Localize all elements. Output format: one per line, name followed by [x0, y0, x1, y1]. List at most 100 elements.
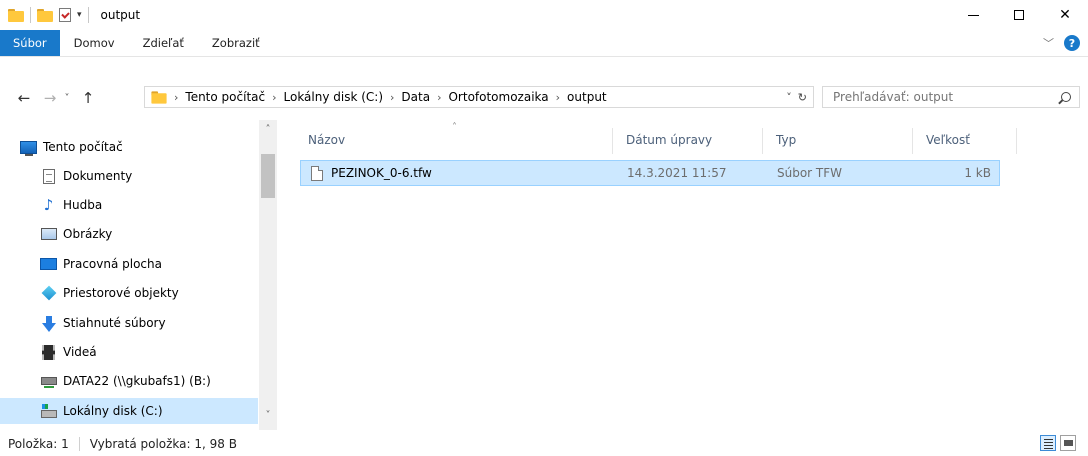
- breadcrumb-separator[interactable]: ›: [272, 91, 276, 104]
- navigation-pane-scrollbar[interactable]: ˄ ˅: [259, 120, 277, 430]
- file-icon: [311, 161, 323, 185]
- computer-icon: [20, 139, 37, 156]
- toolbar-separator: [87, 7, 89, 23]
- sidebar-item-label: Obrázky: [63, 227, 113, 241]
- up-button[interactable]: ↑: [78, 89, 98, 107]
- videos-icon: [40, 344, 57, 360]
- pictures-icon: [40, 226, 57, 242]
- window-title: output: [100, 8, 141, 22]
- breadcrumb-separator[interactable]: ›: [556, 91, 560, 104]
- tab-file[interactable]: Súbor: [0, 30, 60, 56]
- breadcrumb-ortofotomozaika[interactable]: Ortofotomozaika: [448, 90, 548, 104]
- ribbon-controls: ﹀ ?: [1043, 30, 1080, 56]
- breadcrumb-output[interactable]: output: [567, 90, 607, 104]
- column-headers: ˄ Názov Dátum úpravy Typ Veľkosť: [290, 122, 1030, 156]
- search-box[interactable]: [822, 86, 1080, 108]
- breadcrumb-data[interactable]: Data: [401, 90, 430, 104]
- sidebar-item-label: DATA22 (\\gkubafs1) (B:): [63, 374, 211, 388]
- minimize-icon: [967, 14, 979, 16]
- details-view-icon[interactable]: [1040, 435, 1056, 451]
- help-icon[interactable]: ?: [1064, 35, 1080, 51]
- sidebar-item-label: Stiahnuté súbory: [63, 316, 166, 330]
- downloads-icon: [40, 315, 57, 332]
- properties-icon[interactable]: [59, 8, 71, 22]
- scroll-down-icon[interactable]: ˅: [259, 410, 277, 426]
- toolbar-separator: [30, 7, 31, 23]
- status-bar: Položka: 1 Vybratá položka: 1, 98 B: [0, 432, 1088, 456]
- maximize-button[interactable]: [996, 0, 1042, 30]
- sidebar-item-videos[interactable]: Videá: [0, 339, 258, 365]
- breadcrumb-separator[interactable]: ›: [174, 91, 178, 104]
- sidebar-item-label: Dokumenty: [63, 169, 133, 183]
- column-header-size[interactable]: Veľkosť: [926, 124, 1016, 156]
- view-switcher: [1040, 435, 1076, 451]
- file-date-modified: 14.3.2021 11:57: [627, 166, 727, 180]
- column-header-date[interactable]: Dátum úpravy: [626, 124, 756, 156]
- tab-view[interactable]: Zobraziť: [198, 30, 274, 56]
- column-header-name[interactable]: Názov: [308, 124, 608, 156]
- column-divider[interactable]: [912, 128, 913, 154]
- sidebar-item-local-disk[interactable]: Lokálny disk (C:): [0, 398, 258, 424]
- breadcrumb-local-disk[interactable]: Lokálny disk (C:): [284, 90, 384, 104]
- column-divider[interactable]: [762, 128, 763, 154]
- column-header-type[interactable]: Typ: [776, 124, 906, 156]
- address-bar[interactable]: › Tento počítač › Lokálny disk (C:) › Da…: [144, 86, 814, 108]
- item-count: Položka: 1: [8, 437, 69, 451]
- quick-access-toolbar: ▾: [0, 0, 95, 30]
- large-icons-view-icon[interactable]: [1060, 435, 1076, 451]
- close-button[interactable]: ✕: [1042, 0, 1088, 30]
- sidebar-item-pictures[interactable]: Obrázky: [0, 221, 258, 247]
- scroll-up-icon[interactable]: ˄: [259, 124, 277, 140]
- back-button[interactable]: ←: [14, 89, 34, 107]
- window-controls: ✕: [950, 0, 1088, 30]
- 3d-objects-icon: [40, 285, 57, 301]
- expand-ribbon-icon[interactable]: ﹀: [1043, 35, 1054, 51]
- desktop-icon: [40, 256, 57, 272]
- breadcrumb-this-pc[interactable]: Tento počítač: [185, 90, 265, 104]
- sidebar-item-label: Tento počítač: [43, 140, 123, 154]
- new-folder-icon[interactable]: [37, 8, 53, 22]
- file-size: 1 kB: [964, 166, 991, 180]
- file-type: Súbor TFW: [777, 166, 843, 180]
- scrollbar-thumb[interactable]: [261, 154, 275, 198]
- sidebar-item-music[interactable]: ♪ Hudba: [0, 192, 258, 218]
- column-divider[interactable]: [1016, 128, 1017, 154]
- sidebar-item-label: Hudba: [63, 198, 103, 212]
- sidebar-item-this-pc[interactable]: Tento počítač: [0, 134, 258, 160]
- address-tools: ˅ ↻: [786, 87, 807, 107]
- documents-icon: [40, 168, 57, 184]
- music-icon: ♪: [43, 196, 54, 214]
- refresh-icon[interactable]: ↻: [798, 91, 807, 104]
- table-row[interactable]: PEZINOK_0-6.tfw 14.3.2021 11:57 Súbor TF…: [300, 160, 1000, 186]
- navigation-pane: Tento počítač Dokumenty ♪ Hudba Obrázky …: [0, 120, 280, 430]
- file-list: ˄ Názov Dátum úpravy Typ Veľkosť PEZINOK…: [290, 116, 1088, 432]
- forward-button[interactable]: →: [40, 89, 60, 107]
- search-input[interactable]: [831, 89, 1045, 105]
- sidebar-item-desktop[interactable]: Pracovná plocha: [0, 251, 258, 277]
- sidebar-item-label: Videá: [63, 345, 97, 359]
- sidebar-item-downloads[interactable]: Stiahnuté súbory: [0, 310, 258, 336]
- tab-share[interactable]: Zdieľať: [129, 30, 198, 56]
- sidebar-item-documents[interactable]: Dokumenty: [0, 163, 258, 189]
- local-disk-icon: [40, 403, 57, 419]
- recent-locations-button[interactable]: ˅: [60, 93, 74, 104]
- network-drive-icon: [40, 373, 57, 389]
- file-name: PEZINOK_0-6.tfw: [331, 166, 432, 180]
- sidebar-item-network-drive[interactable]: DATA22 (\\gkubafs1) (B:): [0, 368, 258, 394]
- location-folder-icon: [151, 90, 167, 104]
- address-history-dropdown[interactable]: ˅: [786, 91, 792, 104]
- breadcrumb-separator[interactable]: ›: [390, 91, 394, 104]
- maximize-icon: [1014, 10, 1024, 20]
- status-separator: [78, 437, 80, 451]
- ribbon-tabs: Súbor Domov Zdieľať Zobraziť ﹀ ?: [0, 30, 1088, 57]
- sidebar-item-label: Priestorové objekty: [63, 286, 179, 300]
- minimize-button[interactable]: [950, 0, 996, 30]
- sidebar-item-3d-objects[interactable]: Priestorové objekty: [0, 280, 258, 306]
- search-icon[interactable]: [1061, 92, 1071, 102]
- breadcrumb-separator[interactable]: ›: [437, 91, 441, 104]
- customize-toolbar-dropdown[interactable]: ▾: [77, 10, 82, 20]
- column-divider[interactable]: [612, 128, 613, 154]
- title-bar: ▾ output ✕: [0, 0, 1088, 30]
- file-explorer-window: ▾ output ✕ Súbor Domov Zdieľať Zobraziť …: [0, 0, 1088, 456]
- tab-home[interactable]: Domov: [60, 30, 129, 56]
